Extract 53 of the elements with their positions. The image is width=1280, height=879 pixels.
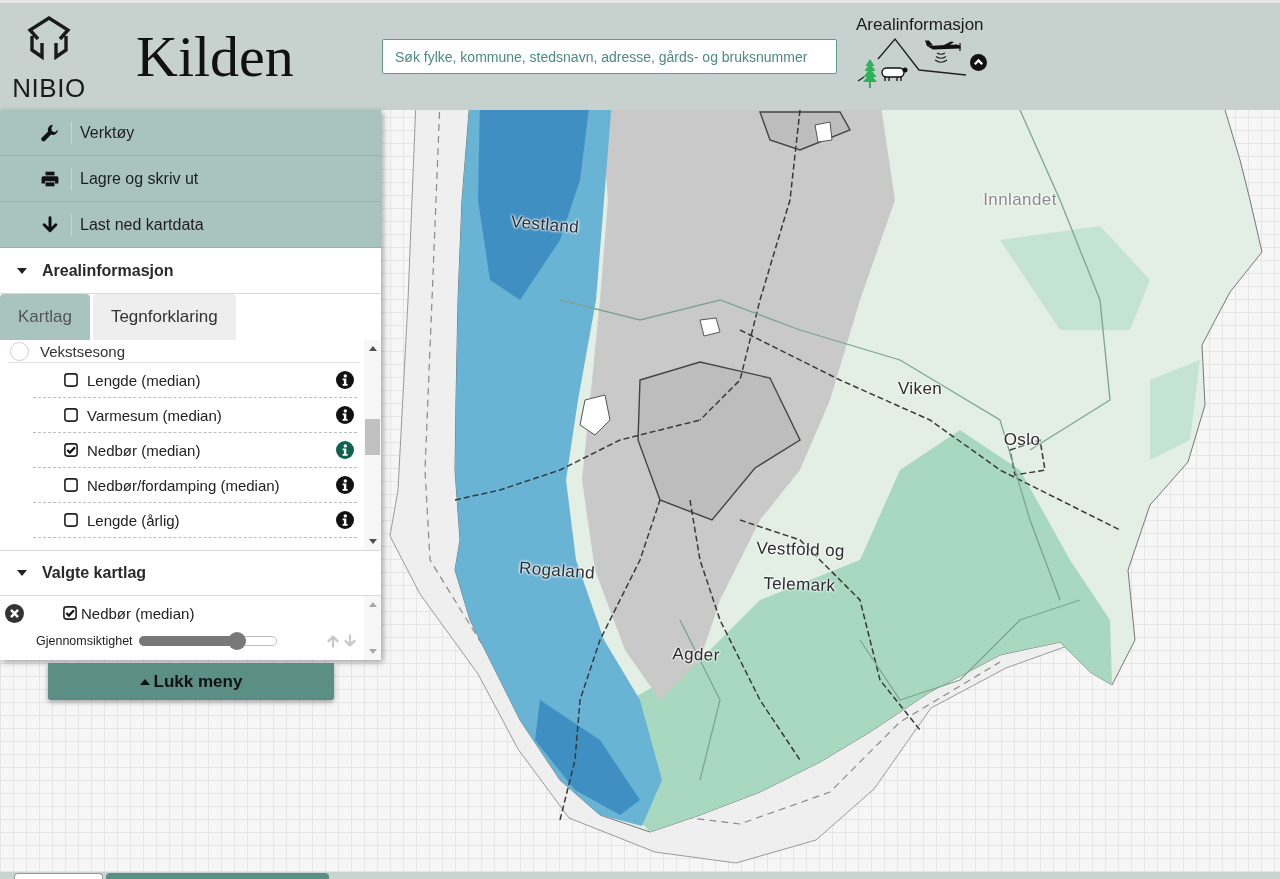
section-header[interactable]: Valgte kartlag: [0, 550, 381, 596]
checkbox[interactable]: [64, 478, 78, 492]
info-icon[interactable]: [336, 511, 354, 529]
menu-item[interactable]: Verktøy: [0, 110, 381, 156]
info-icon[interactable]: [336, 406, 354, 424]
checkbox[interactable]: [64, 408, 78, 422]
menu-item[interactable]: Last ned kartdata: [0, 202, 381, 248]
close-icon[interactable]: [5, 603, 24, 623]
map-label: Viken: [897, 379, 943, 399]
layer-label[interactable]: Lengde (median): [87, 371, 201, 389]
map-label: Oslo: [1003, 430, 1041, 450]
map-label: Rogaland: [518, 558, 596, 584]
chevron-up-icon[interactable]: [970, 54, 987, 71]
layer-label[interactable]: Nedbør (median): [87, 441, 201, 459]
logo-icon: [26, 14, 72, 60]
checkbox[interactable]: [63, 606, 77, 620]
layer-label[interactable]: Varmesum (median): [87, 406, 222, 424]
opacity-label: Gjennomsiktighet: [36, 634, 133, 648]
drawer-tab[interactable]: [14, 873, 103, 879]
group-label[interactable]: Vekstsesong: [40, 342, 126, 360]
map-label: Agder: [672, 644, 720, 666]
info-icon[interactable]: [336, 441, 354, 459]
tab[interactable]: Tegnforklaring: [92, 294, 236, 340]
app-title: Kilden: [136, 24, 295, 89]
logo-text: NIBIO: [12, 77, 86, 99]
scrollbar-thumb[interactable]: [365, 419, 380, 455]
checkbox[interactable]: [64, 373, 78, 387]
arrow-down-icon: [41, 215, 59, 234]
scroll-up-icon[interactable]: [368, 346, 377, 351]
map-label: Vestland: [510, 212, 580, 238]
slider-thumb[interactable]: [227, 632, 246, 650]
layer-label[interactable]: Nedbør/fordamping (median): [87, 476, 280, 494]
printer-icon: [41, 169, 59, 188]
theme-title: Arealinformasjon: [856, 14, 985, 35]
caret-up-icon: [139, 678, 150, 685]
section-header[interactable]: Arealinformasjon: [0, 248, 381, 294]
info-icon[interactable]: [336, 476, 354, 494]
checkbox[interactable]: [64, 513, 78, 527]
tab[interactable]: Kartlag: [0, 294, 90, 340]
layer-label[interactable]: Nedbør (median): [81, 604, 195, 622]
opacity-slider[interactable]: [138, 632, 277, 650]
menu-item[interactable]: Lagre og skriv ut: [0, 156, 381, 202]
scrollbar[interactable]: [364, 340, 381, 550]
wrench-icon: [41, 123, 59, 142]
map-label: Innlandet: [983, 190, 1057, 210]
radio-button[interactable]: [10, 341, 29, 361]
search-field[interactable]: Søk fylke, kommune, stedsnavn, adresse, gårds- og bruksnummer: [382, 39, 837, 74]
close-menu-button[interactable]: Lukk meny: [48, 663, 334, 700]
info-icon[interactable]: [336, 371, 354, 389]
checkbox[interactable]: [64, 443, 78, 457]
map-label: Vestfold og Telemark: [755, 537, 847, 598]
scroll-down-icon[interactable]: [368, 539, 377, 544]
layer-label[interactable]: Lengde (årlig): [87, 511, 180, 529]
